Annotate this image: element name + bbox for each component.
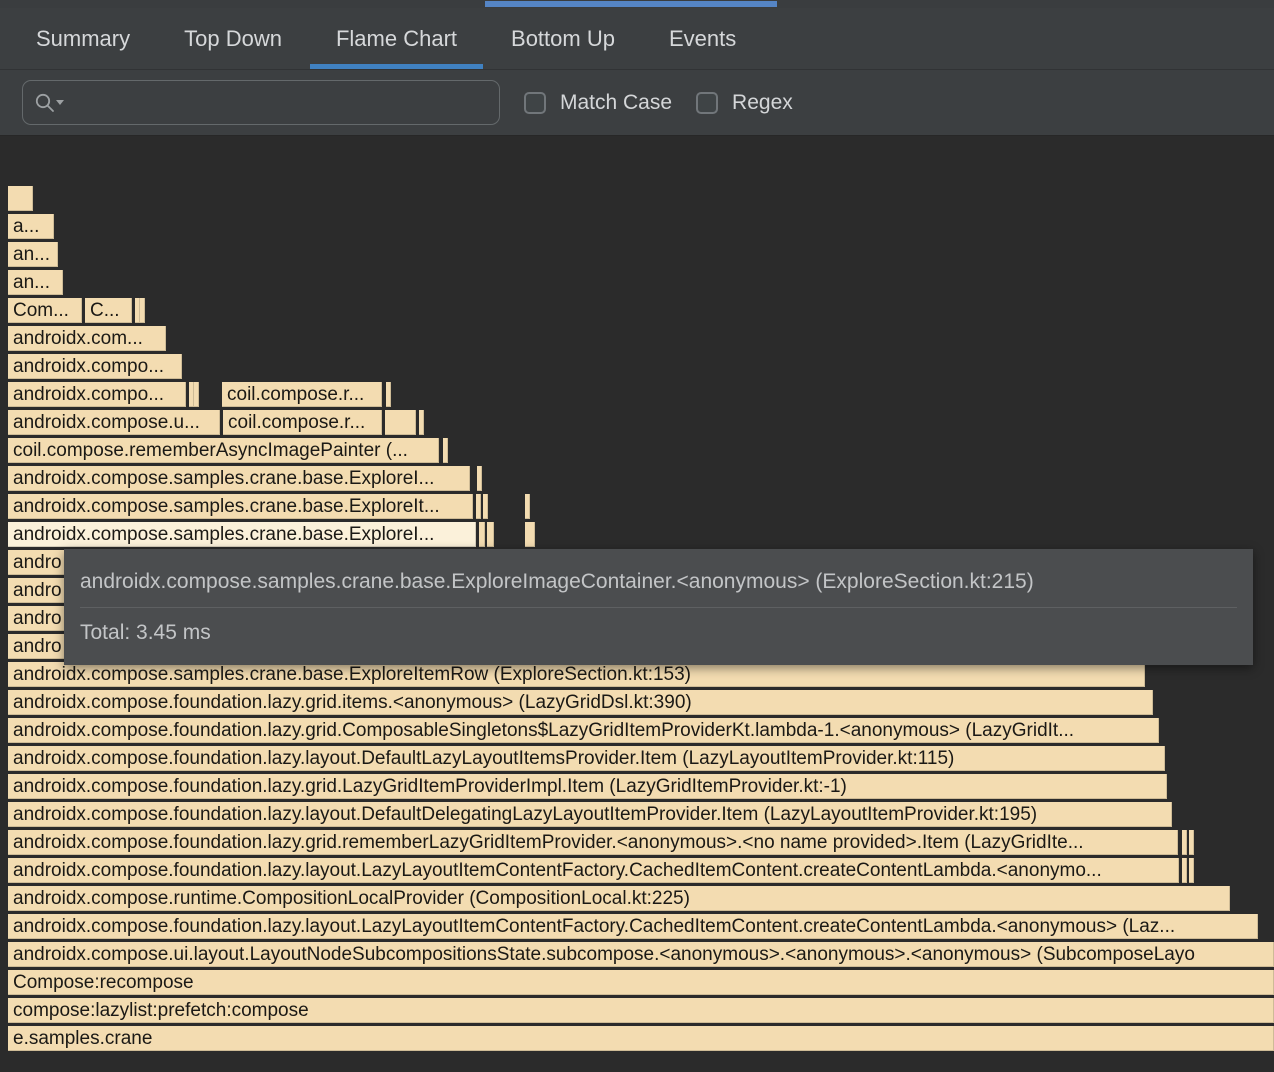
flame-bar[interactable]: androidx.compose.foundation.lazy.grid.it… bbox=[8, 690, 1153, 715]
regex-option[interactable]: Regex bbox=[696, 91, 793, 115]
flame-bar[interactable]: androidx.compose.foundation.lazy.grid.Co… bbox=[8, 718, 1159, 743]
flame-bar[interactable]: andro bbox=[8, 550, 66, 575]
flame-bar[interactable]: coil.compose.r... bbox=[222, 382, 382, 407]
flame-bar[interactable] bbox=[476, 494, 481, 519]
flame-bar[interactable]: androidx.compose.runtime.CompositionLoca… bbox=[8, 886, 1230, 911]
flame-bar[interactable]: androidx.compose.samples.crane.base.Expl… bbox=[8, 662, 1145, 687]
flame-bar[interactable]: C... bbox=[85, 298, 132, 323]
flame-bar[interactable] bbox=[1182, 830, 1187, 855]
flame-bar[interactable]: androidx.compose.foundation.lazy.layout.… bbox=[8, 858, 1179, 883]
search-input[interactable] bbox=[67, 81, 489, 124]
flame-bar[interactable] bbox=[483, 494, 488, 519]
flame-bar[interactable]: Compose:recompose bbox=[8, 970, 1274, 995]
flame-bar[interactable] bbox=[140, 298, 145, 323]
tab-events[interactable]: Events bbox=[669, 8, 736, 69]
flame-bar[interactable] bbox=[8, 186, 33, 211]
flame-bar[interactable]: androidx.compo... bbox=[8, 382, 186, 407]
flame-bar[interactable]: androidx.compo... bbox=[8, 354, 182, 379]
flame-bar[interactable]: andro bbox=[8, 578, 66, 603]
tab-summary[interactable]: Summary bbox=[36, 8, 130, 69]
flame-bar[interactable]: Com... bbox=[8, 298, 82, 323]
flame-bar[interactable]: compose:lazylist:prefetch:compose bbox=[8, 998, 1274, 1023]
flame-bar[interactable] bbox=[525, 522, 535, 547]
tooltip-divider bbox=[80, 607, 1237, 608]
flame-bar[interactable]: androidx.compose.samples.crane.base.Expl… bbox=[8, 466, 470, 491]
flame-bar[interactable] bbox=[1189, 830, 1194, 855]
flame-bar[interactable]: androidx.compose.samples.crane.base.Expl… bbox=[8, 522, 476, 547]
flame-chart-canvas[interactable]: a... an... an... Com...C... androidx.com... a… bbox=[0, 136, 1274, 1071]
match-case-label: Match Case bbox=[560, 91, 672, 115]
flame-bar[interactable] bbox=[479, 522, 485, 547]
tab-underline bbox=[310, 64, 483, 69]
flame-bar[interactable] bbox=[1182, 858, 1187, 883]
flame-bar[interactable]: androidx.compose.samples.crane.base.Expl… bbox=[8, 494, 473, 519]
flame-bar[interactable]: androidx.compose.foundation.lazy.layout.… bbox=[8, 746, 1165, 771]
flame-bar[interactable]: an... bbox=[8, 242, 58, 267]
search-dropdown-arrow bbox=[56, 100, 64, 105]
tab-label: Summary bbox=[36, 26, 130, 52]
flame-bar[interactable]: androidx.compose.foundation.lazy.grid.re… bbox=[8, 830, 1178, 855]
tab-label: Top Down bbox=[184, 26, 282, 52]
search-box[interactable] bbox=[22, 80, 500, 125]
tab-label: Events bbox=[669, 26, 736, 52]
profiler-tab-bar: Summary Top Down Flame Chart Bottom Up E… bbox=[0, 8, 1274, 70]
flame-bar[interactable]: an... bbox=[8, 270, 63, 295]
flame-bar[interactable] bbox=[419, 410, 424, 435]
regex-label: Regex bbox=[732, 91, 793, 115]
flame-bar[interactable]: androidx.compose.ui.layout.LayoutNodeSub… bbox=[8, 942, 1274, 967]
top-tab-indicator bbox=[485, 1, 777, 7]
flame-bar[interactable] bbox=[525, 494, 530, 519]
flame-bar[interactable]: andro bbox=[8, 634, 66, 659]
flame-bar[interactable] bbox=[477, 466, 482, 491]
tooltip-method-name: androidx.compose.samples.crane.base.Expl… bbox=[80, 570, 1237, 594]
flame-bar[interactable]: androidx.com... bbox=[8, 326, 166, 351]
flame-bar[interactable]: coil.compose.r... bbox=[223, 410, 382, 435]
tooltip-total-time: Total: 3.45 ms bbox=[80, 621, 1237, 645]
tab-top-down[interactable]: Top Down bbox=[184, 8, 282, 69]
match-case-option[interactable]: Match Case bbox=[524, 91, 672, 115]
flame-bar[interactable] bbox=[1189, 858, 1194, 883]
flame-bar[interactable]: coil.compose.rememberAsyncImagePainter (… bbox=[8, 438, 439, 463]
search-toolbar: Match Case Regex bbox=[0, 70, 1274, 136]
flame-bar[interactable] bbox=[443, 438, 448, 463]
flame-bar[interactable] bbox=[386, 382, 391, 407]
flame-bar[interactable] bbox=[487, 522, 494, 547]
flame-bar[interactable]: andro bbox=[8, 606, 66, 631]
top-strip bbox=[0, 0, 1274, 8]
flame-bar[interactable]: androidx.compose.foundation.lazy.layout.… bbox=[8, 802, 1172, 827]
flame-bar[interactable]: androidx.compose.foundation.lazy.layout.… bbox=[8, 914, 1258, 939]
tab-bottom-up[interactable]: Bottom Up bbox=[511, 8, 615, 69]
flame-bar[interactable]: e.samples.crane bbox=[8, 1026, 1274, 1051]
search-icon[interactable] bbox=[33, 91, 67, 115]
flame-bar[interactable]: androidx.compose.foundation.lazy.grid.La… bbox=[8, 774, 1167, 799]
tab-flame-chart[interactable]: Flame Chart bbox=[336, 8, 457, 69]
flame-bar[interactable] bbox=[385, 410, 416, 435]
match-case-checkbox[interactable] bbox=[524, 92, 546, 114]
tab-label: Flame Chart bbox=[336, 26, 457, 52]
flame-tooltip: androidx.compose.samples.crane.base.Expl… bbox=[64, 549, 1253, 665]
flame-bar[interactable]: a... bbox=[8, 214, 54, 239]
tab-label: Bottom Up bbox=[511, 26, 615, 52]
flame-bar[interactable] bbox=[194, 382, 199, 407]
flame-bar[interactable]: androidx.compose.u... bbox=[8, 410, 220, 435]
regex-checkbox[interactable] bbox=[696, 92, 718, 114]
